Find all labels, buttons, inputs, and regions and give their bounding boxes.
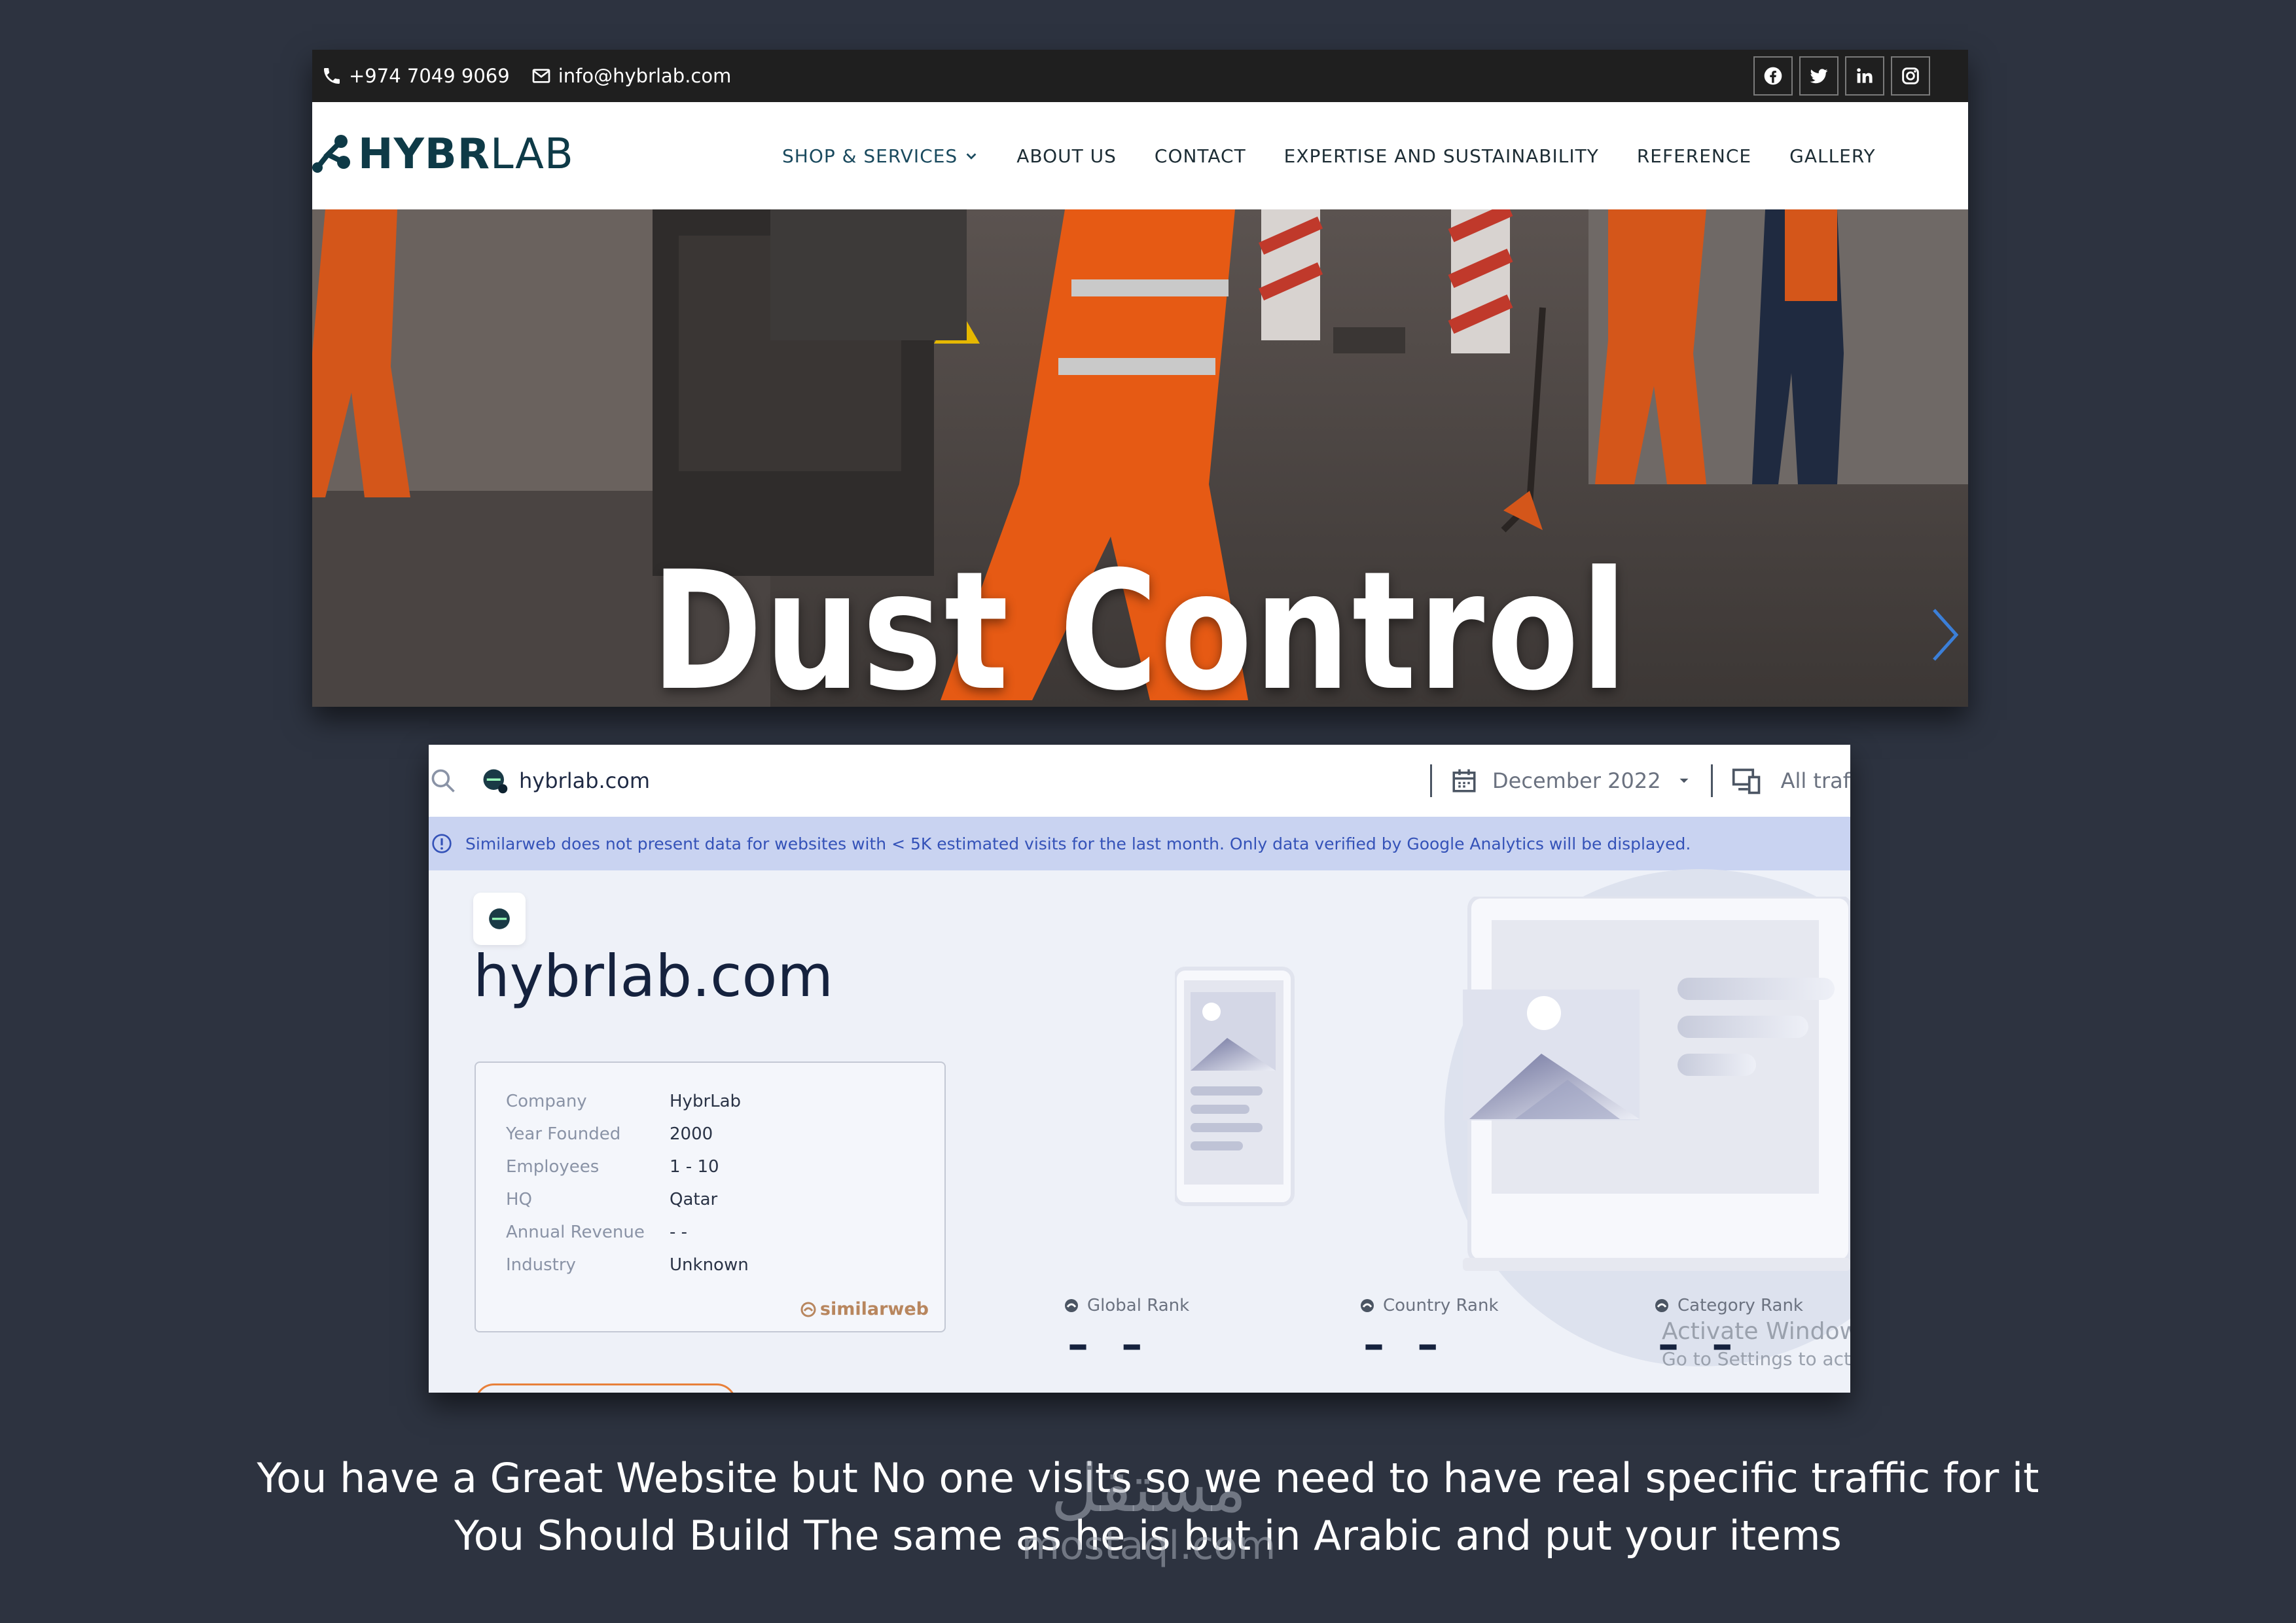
- similarweb-brand: similarweb: [800, 1299, 929, 1319]
- similarweb-logo-icon: [800, 1302, 816, 1317]
- category-rank-label: Category Rank: [1654, 1296, 1803, 1315]
- main-navbar: HYBR LAB SHOP & SERVICES ABOUT US CONTACT…: [312, 102, 1968, 209]
- instagram-link[interactable]: [1891, 56, 1930, 96]
- chevron-down-icon: [966, 153, 977, 160]
- company-info-card: Company HybrLab Year Founded 2000 Employee…: [475, 1061, 946, 1332]
- hero-slider: Dust Control: [312, 209, 1968, 707]
- info-value: 2000: [670, 1124, 713, 1144]
- email-address[interactable]: info@hybrlab.com: [558, 65, 732, 87]
- calendar-icon: [1452, 769, 1476, 793]
- mostaql-watermark: مستقل mostaql.com: [1008, 1453, 1289, 1567]
- nav-menu: SHOP & SERVICES ABOUT US CONTACT EXPERTI…: [782, 102, 1914, 209]
- info-key: Employees: [506, 1157, 600, 1177]
- info-key: HQ: [506, 1190, 533, 1209]
- info-row-company: Company HybrLab: [506, 1092, 741, 1111]
- nav-shop-services[interactable]: SHOP & SERVICES: [782, 145, 978, 167]
- info-key: Company: [506, 1092, 587, 1111]
- info-value: Unknown: [670, 1255, 749, 1275]
- search-icon[interactable]: [429, 766, 457, 795]
- watermark-arabic: مستقل: [1050, 1450, 1247, 1527]
- linkedin-link[interactable]: [1845, 56, 1884, 96]
- linkedin-icon: [1857, 68, 1873, 83]
- search-domain-input[interactable]: hybrlab.com: [519, 768, 650, 793]
- nav-contact[interactable]: CONTACT: [1155, 145, 1246, 167]
- caret-down-icon[interactable]: [1676, 772, 1693, 789]
- logo-text-bold: HYBR: [358, 130, 490, 179]
- watermark-latin: mostaql.com: [1021, 1523, 1276, 1569]
- hero-title: Dust Control: [651, 536, 1630, 707]
- instagram-icon: [1902, 67, 1919, 84]
- info-icon: [432, 834, 452, 853]
- similarweb-screenshot: hybrlab.com December 2022 All traf Simil…: [429, 745, 1850, 1393]
- info-value: Qatar: [670, 1190, 718, 1209]
- hybrlab-logo-mark-icon: [312, 135, 350, 173]
- info-value: - -: [670, 1222, 688, 1242]
- nav-expertise[interactable]: EXPERTISE AND SUSTAINABILITY: [1284, 145, 1599, 167]
- info-key: Industry: [506, 1255, 576, 1275]
- chevron-right-icon[interactable]: [1929, 602, 1962, 668]
- info-row-annual-revenue: Annual Revenue - -: [506, 1222, 687, 1242]
- similarweb-filters: December 2022 All traf: [1412, 745, 1850, 817]
- hybrlab-logo[interactable]: HYBR LAB: [312, 128, 574, 181]
- facebook-link[interactable]: [1753, 56, 1793, 96]
- site-favicon-icon: [489, 908, 510, 929]
- windows-activation-subtext[interactable]: Go to Settings to activ: [1662, 1348, 1850, 1370]
- category-rank-text: Category Rank: [1677, 1296, 1803, 1315]
- divider: [1710, 764, 1713, 797]
- devices-placeholder-illustration: [1175, 897, 1850, 1271]
- site-favicon-badge: [473, 893, 526, 945]
- website-screenshot: +974 7049 9069 info@hybrlab.com HYBR LAB…: [312, 50, 1968, 707]
- partial-action-button[interactable]: [475, 1383, 736, 1393]
- nav-gallery[interactable]: GALLERY: [1789, 145, 1876, 167]
- phone-number[interactable]: +974 7049 9069: [349, 65, 510, 87]
- twitter-icon: [1810, 69, 1828, 84]
- site-title: hybrlab.com: [473, 942, 834, 1010]
- country-rank-text: Country Rank: [1383, 1296, 1499, 1315]
- windows-activation-notice: Activate Window: [1662, 1318, 1850, 1345]
- global-rank-value: – –: [1067, 1321, 1152, 1369]
- top-contact-bar: +974 7049 9069 info@hybrlab.com: [312, 50, 1968, 102]
- global-rank-label: Global Rank: [1064, 1296, 1189, 1315]
- nav-shop-services-label: SHOP & SERVICES: [782, 145, 958, 167]
- info-key: Annual Revenue: [506, 1222, 645, 1242]
- similarweb-alert-banner: Similarweb does not present data for web…: [429, 817, 1850, 870]
- info-value: HybrLab: [670, 1092, 742, 1111]
- info-row-hq: HQ Qatar: [506, 1190, 717, 1209]
- info-row-employees: Employees 1 - 10: [506, 1157, 719, 1177]
- similarweb-search-bar: hybrlab.com December 2022 All traf: [429, 745, 1850, 817]
- contact-info: +974 7049 9069 info@hybrlab.com: [321, 65, 752, 87]
- nav-about-us[interactable]: ABOUT US: [1016, 145, 1117, 167]
- devices-icon: [1732, 768, 1760, 794]
- date-selector[interactable]: December 2022: [1492, 768, 1661, 793]
- mail-icon: [532, 69, 550, 83]
- alert-text: Similarweb does not present data for web…: [465, 834, 1691, 853]
- similarweb-logo-icon: [1065, 1299, 1078, 1312]
- global-rank-text: Global Rank: [1087, 1296, 1190, 1315]
- logo-text-light: LAB: [490, 130, 574, 179]
- similarweb-logo-icon: [1361, 1299, 1374, 1312]
- site-favicon-icon: [483, 769, 508, 794]
- similarweb-logo-icon: [1655, 1299, 1668, 1312]
- divider: [1430, 764, 1433, 797]
- country-rank-value: – –: [1363, 1321, 1448, 1369]
- similarweb-brand-text: similarweb: [819, 1299, 929, 1319]
- info-row-industry: Industry Unknown: [506, 1255, 749, 1275]
- info-key: Year Founded: [506, 1124, 621, 1144]
- facebook-icon: [1764, 67, 1782, 85]
- country-rank-label: Country Rank: [1359, 1296, 1499, 1315]
- traffic-source-selector[interactable]: All traf: [1781, 768, 1850, 793]
- social-links: [1747, 50, 1930, 102]
- info-value: 1 - 10: [670, 1157, 719, 1177]
- nav-reference[interactable]: REFERENCE: [1637, 145, 1751, 167]
- phone-icon: [324, 68, 340, 84]
- info-row-year-founded: Year Founded 2000: [506, 1124, 713, 1144]
- twitter-link[interactable]: [1799, 56, 1839, 96]
